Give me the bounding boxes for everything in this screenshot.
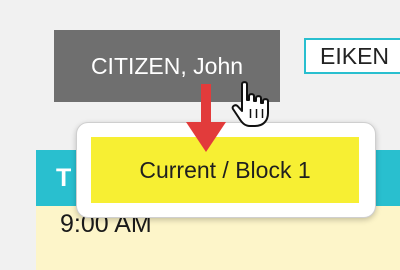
hand-pointer-icon	[231, 81, 269, 127]
red-down-arrow-icon	[186, 84, 226, 152]
eiken-tag[interactable]: EIKEN	[304, 38, 400, 74]
